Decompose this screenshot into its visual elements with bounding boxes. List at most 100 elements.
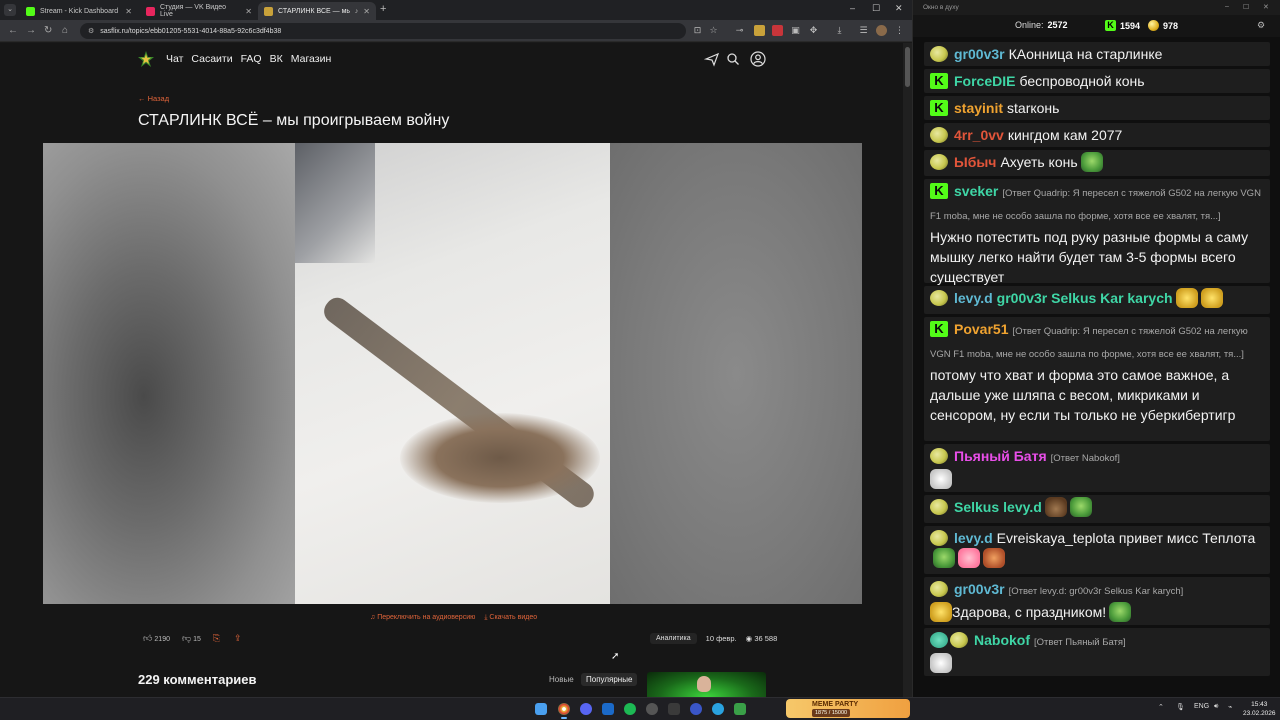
volume-icon[interactable]: 🔊︎ xyxy=(1214,703,1218,711)
dislike-button[interactable]: 👎︎ 15 xyxy=(182,633,201,644)
audio-version-link[interactable]: ♫ Переключить на аудиоверсию xyxy=(370,614,475,622)
bookmark-icon[interactable]: ⎘ xyxy=(213,633,220,644)
chat-username[interactable]: levy.d xyxy=(954,290,993,306)
kick-avatar-icon xyxy=(930,73,948,89)
chat-username[interactable]: gr00v3r xyxy=(954,581,1005,597)
tab-starlink[interactable]: СТАРЛИНК ВСЁ — мы про ♪ ✕ xyxy=(258,2,376,20)
chat-username[interactable]: levy.d xyxy=(954,530,993,546)
profile-avatar[interactable] xyxy=(876,25,887,36)
promo-banner[interactable] xyxy=(647,672,766,697)
reply-quote[interactable]: [Ответ levy.d: gr00v3r Selkus Kar karych… xyxy=(1009,586,1184,597)
tab-search-icon[interactable]: ⌄ xyxy=(4,4,16,16)
meme-party-widget[interactable]: MEME PARTY 1875 / 15000 xyxy=(786,699,910,718)
reply-quote[interactable]: [Ответ Пьяный Батя] xyxy=(1034,637,1126,648)
share-icon[interactable]: ⇪ xyxy=(234,633,242,644)
close-tab-icon[interactable]: ✕ xyxy=(125,7,132,16)
page-scrollbar[interactable] xyxy=(903,43,912,697)
nav-shop[interactable]: Магазин xyxy=(291,53,332,65)
site-info-icon[interactable]: ⚙ xyxy=(88,27,94,35)
extension-icon[interactable]: ▣ xyxy=(790,25,801,36)
chat-username[interactable]: gr00v3r xyxy=(954,46,1005,62)
extension-icon[interactable] xyxy=(754,25,765,36)
chat-text: беспроводной конь xyxy=(1019,73,1145,89)
forward-arrow-icon[interactable]: → xyxy=(26,25,36,36)
download-icon[interactable]: ⤓ xyxy=(834,25,845,36)
back-link[interactable]: ← Назад xyxy=(138,94,169,103)
site-logo-star-icon[interactable] xyxy=(138,51,154,67)
chat-username[interactable]: sveker xyxy=(954,183,998,199)
network-icon[interactable]: ⌁ xyxy=(1228,703,1232,711)
close-window-icon[interactable]: ✕ xyxy=(1263,3,1269,11)
back-arrow-icon[interactable]: ← xyxy=(8,25,18,36)
nav-faq[interactable]: FAQ xyxy=(241,53,262,65)
telegram-icon[interactable] xyxy=(712,703,724,715)
maximize-icon[interactable]: ☐ xyxy=(872,3,880,14)
install-icon[interactable]: ⊡ xyxy=(692,25,703,36)
app-icon[interactable] xyxy=(734,703,746,715)
chat-username[interactable]: stayinit xyxy=(954,100,1003,116)
close-tab-icon[interactable]: ✕ xyxy=(363,7,370,16)
maximize-icon[interactable]: ☐ xyxy=(1243,3,1249,11)
frog-emote-icon xyxy=(1109,602,1132,622)
profile-icon[interactable] xyxy=(750,51,766,67)
send-icon[interactable] xyxy=(704,51,720,67)
microphone-icon[interactable]: 🎙︎ xyxy=(1176,703,1185,711)
category-tag[interactable]: Аналитика xyxy=(650,633,697,644)
views: ◉ 36 588 xyxy=(746,634,778,643)
audio-icon[interactable]: ♪ xyxy=(355,8,359,15)
tray-chevron-icon[interactable]: ⌃ xyxy=(1158,703,1164,711)
system-clock[interactable]: 15:43 23.02.2026 xyxy=(1243,700,1276,718)
more-menu-icon[interactable]: ⋮ xyxy=(894,25,905,36)
search-icon[interactable] xyxy=(725,51,741,67)
nav-vk[interactable]: ВК xyxy=(270,53,283,65)
chrome-icon[interactable] xyxy=(558,703,570,719)
minimize-icon[interactable]: – xyxy=(1225,3,1229,10)
nav-sasaiti[interactable]: Сасаити xyxy=(191,53,232,65)
home-icon[interactable]: ⌂ xyxy=(62,25,68,36)
reload-icon[interactable]: ↻ xyxy=(44,25,52,36)
chat-messages[interactable]: gr00v3rКАонница на старлинке ForceDIEбес… xyxy=(919,40,1275,680)
chat-username[interactable]: ForceDIE xyxy=(954,73,1015,89)
sort-new-button[interactable]: Новые xyxy=(544,673,579,686)
clock-time: 15:43 xyxy=(1251,701,1268,708)
address-bar[interactable]: ⚙ sasflix.ru/topics/ebb01205-5531-4014-8… xyxy=(80,23,686,39)
spotify-icon[interactable] xyxy=(624,703,636,715)
nav-chat[interactable]: Чат xyxy=(166,53,183,65)
sort-popular-button[interactable]: Популярные xyxy=(581,673,638,686)
download-video-link[interactable]: ⤓ Скачать видео xyxy=(484,614,537,622)
extension-icon[interactable]: ⊸ xyxy=(734,25,745,36)
language-indicator[interactable]: ENG xyxy=(1194,703,1209,710)
chat-username[interactable]: Povar51 xyxy=(954,321,1008,337)
scrollbar-thumb[interactable] xyxy=(905,47,910,87)
thumbs-up-icon: 👍︎ xyxy=(143,633,153,643)
close-tab-icon[interactable]: ✕ xyxy=(245,7,252,16)
chat-username[interactable]: Пьяный Батя xyxy=(954,448,1047,464)
chat-username[interactable]: Ыбыч xyxy=(954,154,996,170)
chat-username[interactable]: 4rr_0vv xyxy=(954,127,1004,143)
media-player-icon[interactable] xyxy=(690,703,702,715)
discord-icon[interactable] xyxy=(580,703,592,715)
chat-window-title: Окно в духу xyxy=(923,4,959,11)
extensions-puzzle-icon[interactable]: ✥ xyxy=(808,25,819,36)
video-player[interactable] xyxy=(43,143,862,604)
chat-username[interactable]: Selkus xyxy=(954,499,999,515)
chat-message: Povar51[Ответ Quadrip: Я пересел с тяжел… xyxy=(924,317,1270,441)
browser-toolbar: ← → ↻ ⌂ ⚙ sasflix.ru/topics/ebb01205-553… xyxy=(0,20,912,42)
like-button[interactable]: 👍︎ 2190 xyxy=(143,633,170,644)
reply-quote[interactable]: [Ответ Nabokof] xyxy=(1051,453,1120,464)
chat-username[interactable]: Nabokof xyxy=(974,632,1030,648)
new-tab-icon[interactable]: + xyxy=(380,3,386,15)
reading-list-icon[interactable]: ☰ xyxy=(858,25,869,36)
start-windows-icon[interactable] xyxy=(535,703,547,715)
minimize-icon[interactable]: – xyxy=(850,3,855,13)
steam-icon[interactable] xyxy=(602,703,614,715)
chat-text: Нужно потестить под руку разные формы а … xyxy=(930,229,1249,285)
app-icon[interactable] xyxy=(668,703,680,715)
close-window-icon[interactable]: ✕ xyxy=(895,3,903,14)
obs-icon[interactable] xyxy=(646,703,658,715)
extension-icon[interactable] xyxy=(772,25,783,36)
bookmark-star-icon[interactable]: ☆ xyxy=(708,25,719,36)
tab-vk-studio[interactable]: Студия — VK Видео Live ✕ xyxy=(140,2,258,20)
settings-gear-icon[interactable]: ⚙ xyxy=(1257,20,1265,31)
tab-kick-dashboard[interactable]: Stream - Kick Dashboard ✕ xyxy=(20,2,138,20)
